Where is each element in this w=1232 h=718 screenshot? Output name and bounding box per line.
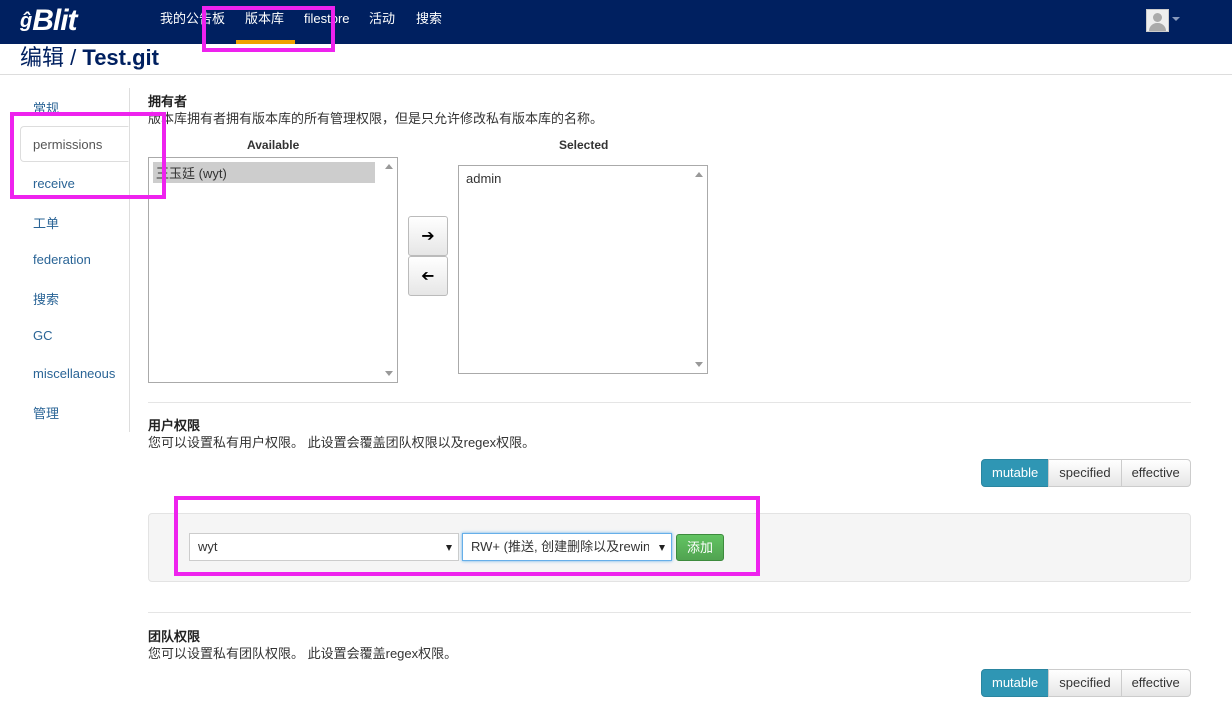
toggle-specified-button[interactable]: specified xyxy=(1048,669,1122,697)
scrollbar[interactable] xyxy=(381,158,397,382)
chevron-down-icon[interactable] xyxy=(1172,17,1180,21)
available-header: Available xyxy=(247,138,300,152)
add-permission-button[interactable]: 添加 xyxy=(676,534,724,561)
toggle-effective-button[interactable]: effective xyxy=(1120,459,1191,487)
arrow-left-icon: ➔ xyxy=(421,268,435,285)
list-item[interactable]: admin xyxy=(463,170,504,187)
nav-activity[interactable]: 活动 xyxy=(369,0,395,44)
page-title-separator: / xyxy=(70,45,77,70)
team-permissions-view-toggle: mutable specified effective xyxy=(981,669,1191,697)
user-avatar[interactable] xyxy=(1146,9,1169,32)
logo-text: Blit xyxy=(32,4,77,37)
divider xyxy=(0,74,1232,75)
list-item[interactable]: 王玉廷 (wyt) xyxy=(153,162,375,183)
chevron-down-icon xyxy=(659,545,665,551)
sidebar-item-label: permissions xyxy=(33,137,103,152)
sidebar-item-federation[interactable]: federation xyxy=(33,252,91,267)
toggle-mutable-button[interactable]: mutable xyxy=(981,459,1050,487)
user-select[interactable]: wyt xyxy=(189,533,459,561)
owners-description: 版本库拥有者拥有版本库的所有管理权限，但是只允许修改私有版本库的名称。 xyxy=(148,111,604,126)
logo-glyph: ĝ xyxy=(20,9,32,32)
user-permissions-description: 您可以设置私有用户权限。 此设置会覆盖团队权限以及regex权限。 xyxy=(148,435,536,450)
page-title-prefix: 编辑 xyxy=(20,45,65,70)
nav-active-indicator xyxy=(236,40,295,44)
chevron-down-icon xyxy=(446,545,452,551)
selected-header: Selected xyxy=(559,138,609,152)
sidebar-item-receive[interactable]: receive xyxy=(33,176,75,191)
settings-sidebar: 常规 permissions receive 工单 federation 搜索 … xyxy=(20,88,130,432)
divider xyxy=(148,612,1191,613)
sidebar-item-tickets[interactable]: 工单 xyxy=(33,213,59,232)
sidebar-item-search[interactable]: 搜索 xyxy=(33,289,59,308)
sidebar-item-gc[interactable]: GC xyxy=(33,328,53,343)
sidebar-item-permissions[interactable]: permissions xyxy=(20,126,129,162)
page-title: 编辑 / Test.git xyxy=(20,44,159,72)
user-permissions-view-toggle: mutable specified effective xyxy=(981,459,1191,487)
nav-filestore[interactable]: filestore xyxy=(304,0,350,44)
divider xyxy=(148,402,1191,403)
user-select-value: wyt xyxy=(198,539,218,554)
nav-search[interactable]: 搜索 xyxy=(416,0,442,44)
toggle-mutable-button[interactable]: mutable xyxy=(981,669,1050,697)
toggle-specified-button[interactable]: specified xyxy=(1048,459,1122,487)
scrollbar[interactable] xyxy=(691,166,707,373)
move-left-button[interactable]: ➔ xyxy=(408,256,448,296)
toggle-effective-button[interactable]: effective xyxy=(1120,669,1191,697)
sidebar-item-general[interactable]: 常规 xyxy=(33,98,59,117)
selected-owners-list[interactable]: admin xyxy=(458,165,708,374)
nav-dashboard[interactable]: 我的公告板 xyxy=(160,0,225,44)
move-right-button[interactable]: ➔ xyxy=(408,216,448,256)
page-title-repo: Test.git xyxy=(82,45,159,70)
sidebar-item-admin[interactable]: 管理 xyxy=(33,403,59,422)
sidebar-item-miscellaneous[interactable]: miscellaneous xyxy=(33,366,115,381)
nav-repositories[interactable]: 版本库 xyxy=(245,0,284,44)
available-owners-list[interactable]: 王玉廷 (wyt) xyxy=(148,157,398,383)
app-logo[interactable]: ĝ Blit xyxy=(20,4,78,38)
team-permissions-description: 您可以设置私有团队权限。 此设置会覆盖regex权限。 xyxy=(148,646,458,661)
permission-select[interactable]: RW+ (推送, 创建删除以及rewind) xyxy=(462,533,672,561)
permission-select-value: RW+ (推送, 创建删除以及rewind) xyxy=(471,539,649,554)
arrow-right-icon: ➔ xyxy=(421,228,435,245)
